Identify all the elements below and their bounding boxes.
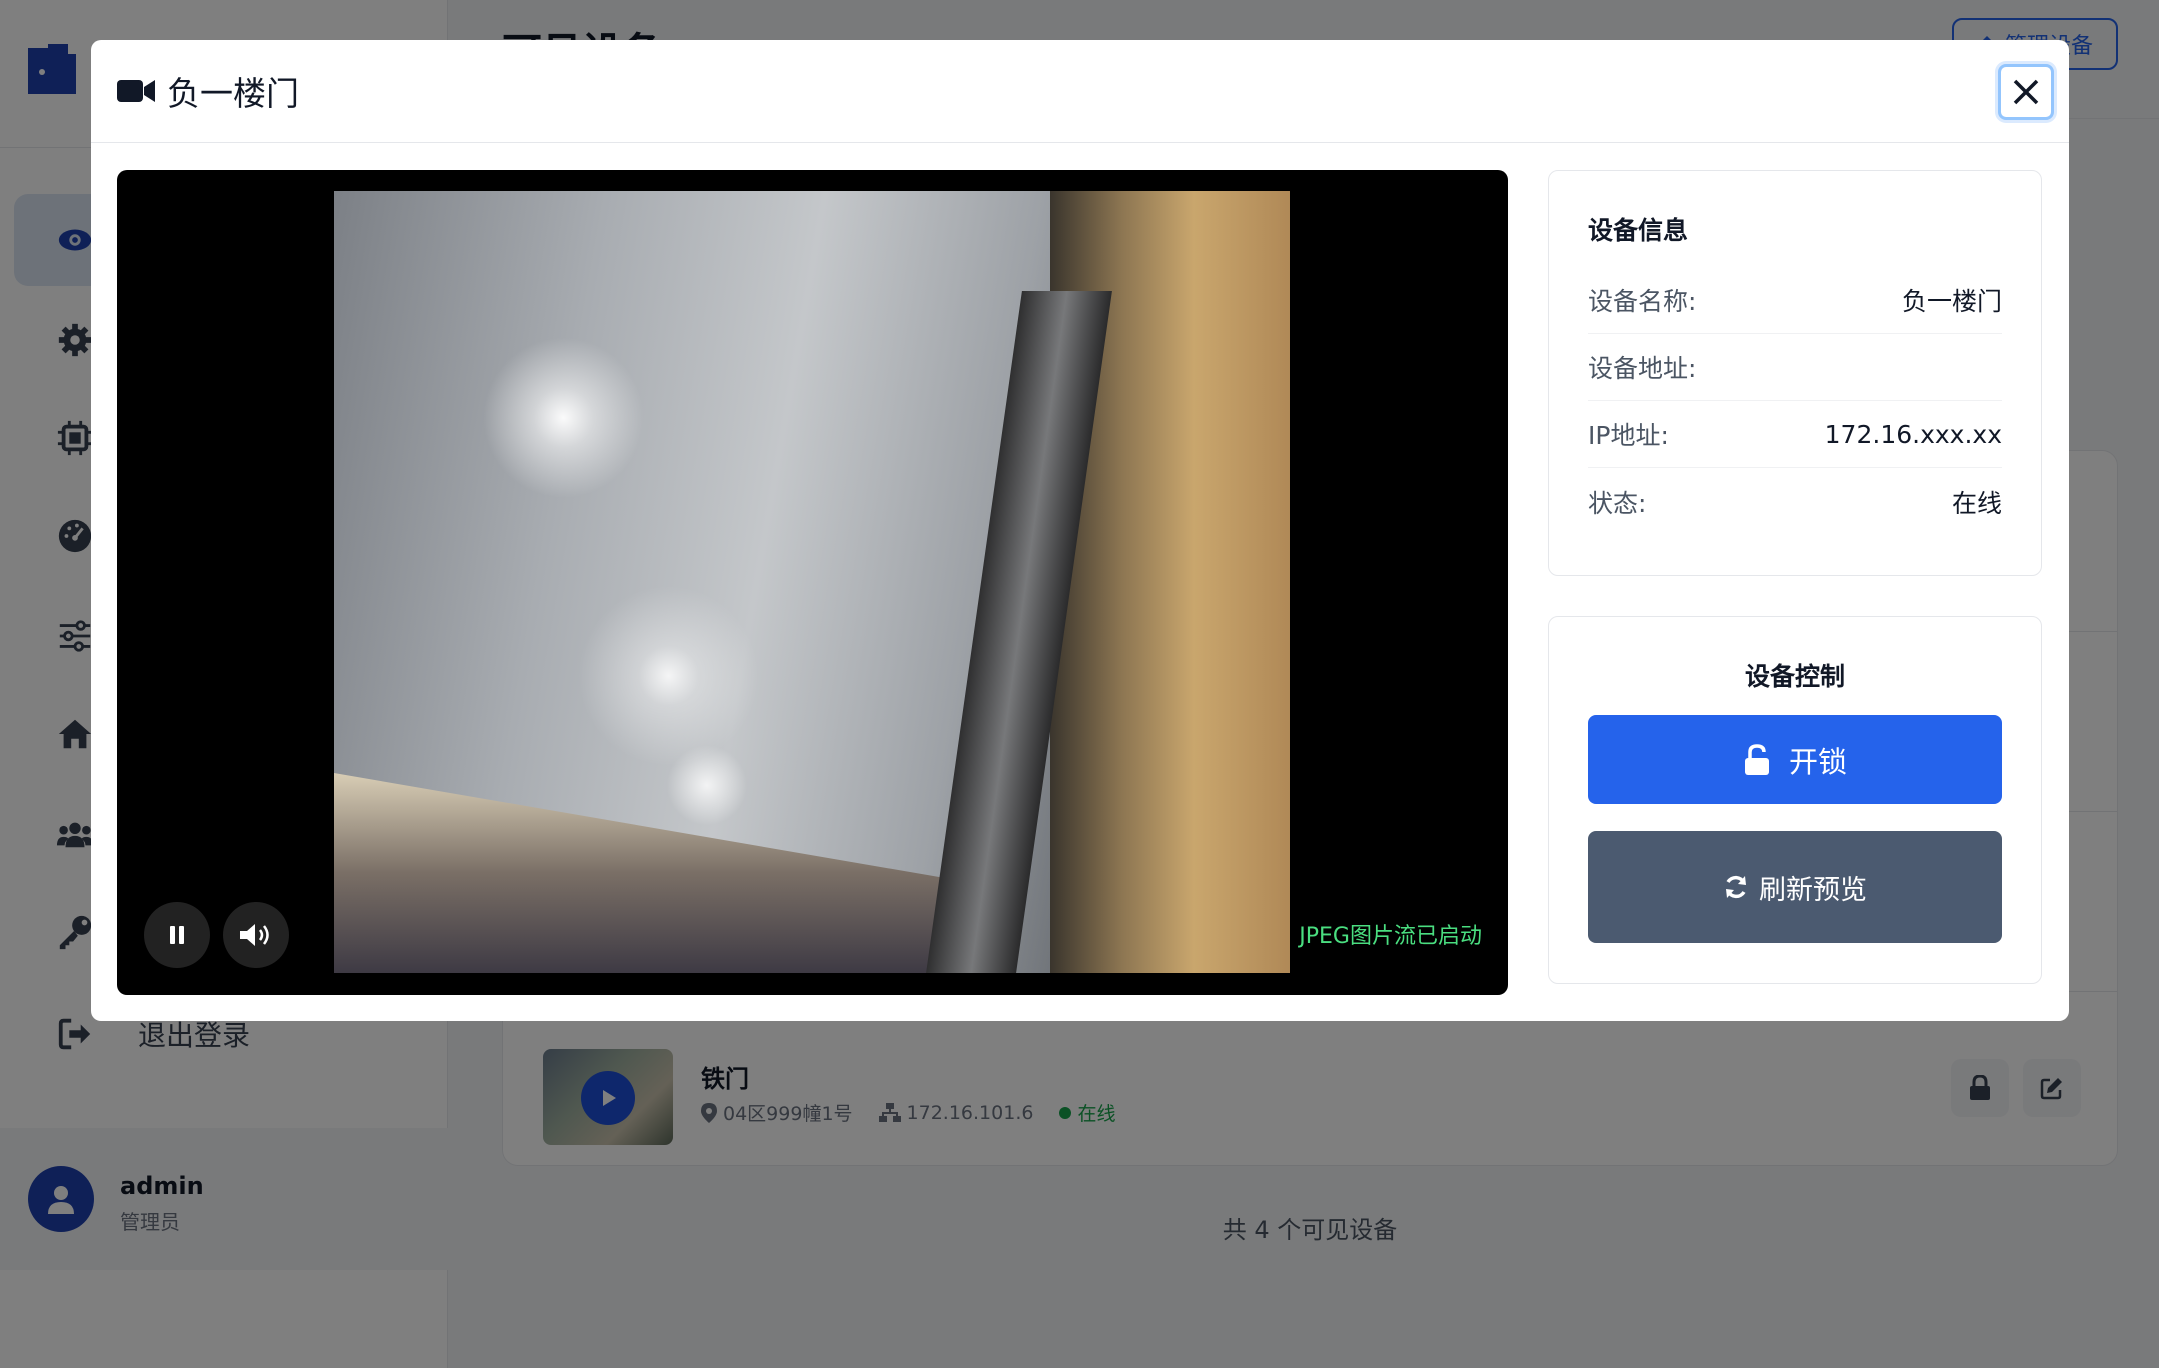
info-label: 状态: bbox=[1588, 488, 1647, 518]
refresh-preview-button[interactable]: 刷新预览 bbox=[1588, 831, 2002, 943]
volume-button[interactable] bbox=[223, 902, 289, 968]
unlock-label: 开锁 bbox=[1788, 744, 1847, 779]
info-value: 负一楼门 bbox=[1901, 287, 2002, 316]
camera-scene-floor bbox=[334, 773, 974, 973]
info-row-address: 设备地址: bbox=[1588, 334, 2002, 401]
camera-stream-frame bbox=[334, 191, 1290, 973]
info-label: IP地址: bbox=[1588, 421, 1669, 450]
video-player[interactable]: JPEG图片流已启动 bbox=[117, 170, 1508, 995]
info-label: 设备名称: bbox=[1588, 287, 1697, 316]
info-value: 在线 bbox=[1951, 488, 2002, 518]
stream-status: JPEG图片流已启动 bbox=[1299, 924, 1482, 949]
info-label: 设备地址: bbox=[1588, 354, 1697, 383]
device-info-rows: 设备名称: 负一楼门 设备地址: IP地址: 172.16.xxx.xx 状态:… bbox=[1588, 267, 2002, 535]
device-control-title: 设备控制 bbox=[1744, 662, 1845, 691]
device-info-title: 设备信息 bbox=[1588, 216, 1689, 245]
close-button[interactable] bbox=[1998, 64, 2054, 120]
device-control-card: 设备控制 开锁 刷新预览 bbox=[1548, 616, 2042, 984]
pause-icon bbox=[170, 926, 184, 944]
volume-icon bbox=[240, 924, 269, 946]
device-info-card: 设备信息 设备名称: 负一楼门 设备地址: IP地址: 172.16.xxx.x… bbox=[1548, 170, 2042, 576]
info-value: 172.16.xxx.xx bbox=[1824, 419, 2002, 449]
info-row-name: 设备名称: 负一楼门 bbox=[1588, 267, 2002, 334]
info-row-ip: IP地址: 172.16.xxx.xx bbox=[1588, 401, 2002, 468]
video-camera-icon bbox=[117, 80, 155, 102]
modal-title: 负一楼门 bbox=[167, 74, 299, 113]
refresh-icon bbox=[1726, 875, 1746, 899]
info-row-status: 状态: 在线 bbox=[1588, 468, 2002, 535]
preview-modal: 负一楼门 JPEG图片流已启动 设备信息 设备名称: 负一楼门 设备地址: IP… bbox=[91, 40, 2069, 1021]
modal-header: 负一楼门 bbox=[91, 40, 2069, 143]
unlock-icon bbox=[1744, 743, 1769, 775]
pause-button[interactable] bbox=[144, 902, 210, 968]
refresh-preview-label: 刷新预览 bbox=[1759, 874, 1867, 906]
close-icon bbox=[2013, 79, 2039, 105]
unlock-button[interactable]: 开锁 bbox=[1588, 715, 2002, 804]
